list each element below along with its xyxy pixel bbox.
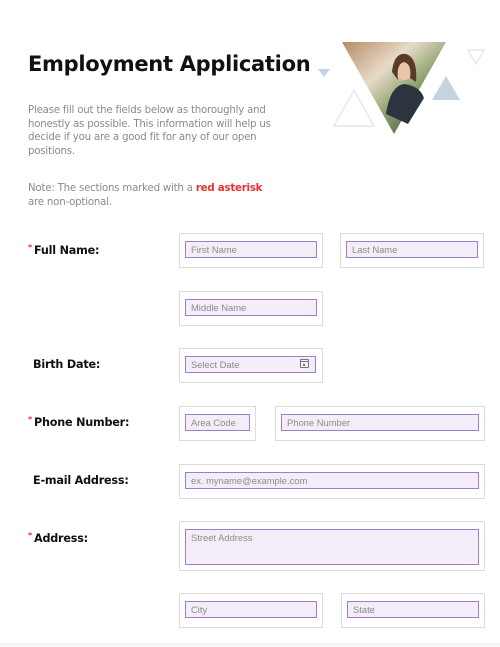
triangle-decor-solid-right xyxy=(432,76,460,100)
note-highlight: red asterisk xyxy=(195,183,263,194)
triangle-decor-small-left xyxy=(318,69,330,77)
first-name-input[interactable]: First Name xyxy=(185,241,317,258)
state-input[interactable]: State xyxy=(347,601,479,618)
area-code-field-container: Area Code xyxy=(179,406,256,441)
street-address-field-container: Street Address xyxy=(179,521,485,571)
birth-date-label: Birth Date: xyxy=(33,358,101,371)
birth-date-input[interactable]: Select Date xyxy=(185,356,316,373)
triangle-decor-outline-right xyxy=(466,49,486,66)
page-footer-band xyxy=(0,643,500,647)
street-address-input[interactable]: Street Address xyxy=(185,529,479,565)
email-input[interactable]: ex. myname@example.com xyxy=(185,472,479,489)
required-note: Note: The sections marked with a red ast… xyxy=(28,182,278,209)
address-label-text: Address: xyxy=(33,532,88,545)
birth-date-field-container: Select Date xyxy=(179,348,323,383)
required-asterisk: * xyxy=(28,531,32,540)
note-prefix: Note: The sections marked with a xyxy=(28,183,196,194)
email-field-container: ex. myname@example.com xyxy=(179,464,485,499)
address-label: * Address: xyxy=(28,531,88,545)
state-field-container: State xyxy=(341,593,485,628)
page-title: Employment Application xyxy=(28,52,311,76)
intro-text: Please fill out the fields below as thor… xyxy=(28,105,271,157)
last-name-field-container: Last Name xyxy=(340,233,484,268)
phone-number-label-text: Phone Number: xyxy=(33,416,130,429)
full-name-label-text: Full Name: xyxy=(33,244,100,257)
hero-image xyxy=(318,42,486,134)
note-suffix: are non-optional. xyxy=(28,196,112,208)
last-name-input[interactable]: Last Name xyxy=(346,241,478,258)
area-code-input[interactable]: Area Code xyxy=(185,414,250,431)
photo-triangle xyxy=(342,42,446,134)
first-name-field-container: First Name xyxy=(179,233,323,268)
birth-date-placeholder: Select Date xyxy=(191,359,240,370)
required-asterisk: * xyxy=(28,243,32,252)
phone-number-input[interactable]: Phone Number xyxy=(281,414,479,431)
email-address-label: E-mail Address: xyxy=(33,474,129,487)
middle-name-field-container: Middle Name xyxy=(179,291,323,326)
middle-name-input[interactable]: Middle Name xyxy=(185,299,317,316)
phone-number-label: * Phone Number: xyxy=(28,415,130,429)
city-input[interactable]: City xyxy=(185,601,317,618)
calendar-icon[interactable] xyxy=(300,359,309,368)
phone-number-field-container: Phone Number xyxy=(275,406,485,441)
required-asterisk: * xyxy=(28,415,32,424)
full-name-label: * Full Name: xyxy=(28,243,100,257)
triangle-decor-outline-left xyxy=(332,88,376,127)
city-field-container: City xyxy=(179,593,323,628)
